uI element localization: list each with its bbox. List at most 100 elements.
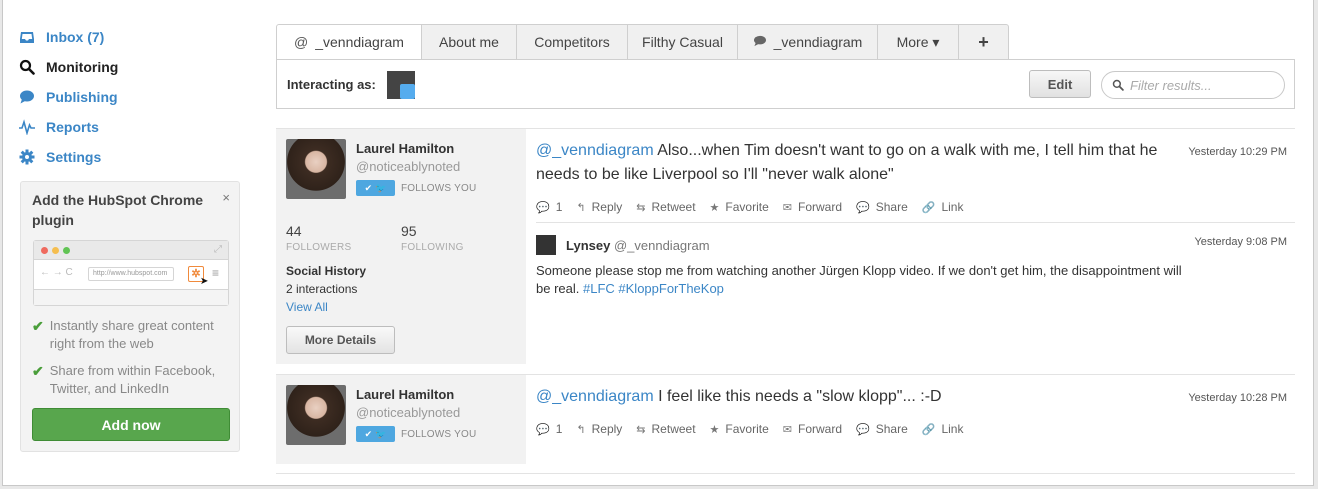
retweet-icon: ⇆ (636, 201, 646, 214)
follows-you-label: FOLLOWS YOU (401, 429, 477, 440)
star-icon: ★ (709, 423, 720, 436)
hashtag-link[interactable]: #LFC (583, 281, 615, 296)
reply-button[interactable]: ↰ Reply (576, 200, 622, 214)
checkmark-icon: ✔ (32, 318, 44, 334)
followers-label: FOLLOWERS (286, 242, 352, 253)
share-button[interactable]: 💬 Share (856, 200, 908, 214)
divider (536, 222, 1295, 223)
reply-text: Someone please stop me from watching ano… (536, 263, 1182, 296)
promo-feature: ✔ Share from within Facebook, Twitter, a… (32, 363, 216, 396)
tab-more[interactable]: More ▾ (878, 24, 959, 60)
comments-count[interactable]: 💬 1 (536, 422, 562, 436)
edit-button[interactable]: Edit (1029, 70, 1091, 98)
profile-handle[interactable]: @noticeablynoted (356, 159, 460, 174)
social-history-title: Social History (286, 264, 367, 278)
interaction-count: 2 interactions (286, 282, 358, 296)
comment-icon: 💬 (536, 423, 550, 436)
tab-venndiagram-messages[interactable]: _venndiagram (738, 24, 878, 60)
stream-toolbar: Interacting as: Edit (276, 59, 1295, 109)
sidebar-item-publishing[interactable]: Publishing (19, 82, 118, 112)
mention-link[interactable]: @_venndiagram (536, 142, 654, 159)
sidebar-item-reports[interactable]: Reports (19, 112, 118, 142)
link-icon: 🔗 (921, 201, 936, 214)
forward-button[interactable]: ✉ Forward (783, 200, 842, 214)
sidebar-item-settings[interactable]: Settings (19, 142, 118, 172)
profile-card: Laurel Hamilton @noticeablynoted ✔ 🐦 FOL… (276, 375, 526, 464)
profile-name[interactable]: Laurel Hamilton (356, 387, 454, 402)
tweet-actions: 💬 1 ↰ Reply ⇆ Retweet ★ Favorite ✉ Forward 💬 S… (536, 200, 977, 214)
reply-icon: ↰ (576, 201, 586, 214)
promo-title: Add the HubSpot Chrome plugin (32, 192, 204, 228)
reply-author: Lynsey @_venndiagram (566, 238, 710, 253)
retweet-button[interactable]: ⇆ Retweet (636, 422, 695, 436)
checkmark-icon: ✔ (364, 428, 373, 439)
sidebar-item-monitoring[interactable]: Monitoring (19, 52, 118, 82)
tab-filthy-casual[interactable]: Filthy Casual (628, 24, 738, 60)
at-icon: @ (294, 34, 309, 50)
follows-you-badge: ✔ 🐦 (356, 180, 395, 196)
divider (276, 473, 1295, 474)
follows-you-label: FOLLOWS YOU (401, 183, 477, 194)
gear-icon (19, 149, 35, 165)
link-button[interactable]: 🔗 Link (922, 200, 964, 214)
tweet-actions: 💬 1 ↰ Reply ⇆ Retweet ★ Favorite ✉ Forward 💬 S… (536, 422, 977, 436)
tab-venndiagram-mentions[interactable]: @ _venndiagram (276, 24, 422, 60)
browser-url: http://www.hubspot.com (88, 267, 174, 281)
nav-arrows-icon: ← → C (40, 267, 73, 278)
tweet-text: @_venndiagram Also...when Tim doesn't wa… (536, 142, 1158, 183)
promo-feature: ✔ Instantly share great content right fr… (32, 318, 214, 351)
link-icon: 🔗 (921, 423, 936, 436)
follows-you-badge: ✔ 🐦 (356, 426, 395, 442)
retweet-button[interactable]: ⇆ Retweet (636, 200, 695, 214)
account-avatar[interactable] (387, 71, 415, 99)
sidebar-item-inbox[interactable]: Inbox (7) (19, 22, 118, 52)
filter-field[interactable] (1101, 71, 1285, 99)
tab-about-me[interactable]: About me (422, 24, 517, 60)
comment-icon: 💬 (536, 201, 550, 214)
forward-button[interactable]: ✉ Forward (783, 422, 842, 436)
view-all-link[interactable]: View All (286, 300, 328, 314)
search-icon (19, 59, 35, 75)
profile-card: Laurel Hamilton @noticeablynoted ✔ 🐦 FOL… (276, 129, 526, 364)
add-tab-button[interactable]: + (959, 24, 1009, 60)
mention-link[interactable]: @_venndiagram (536, 388, 654, 405)
timestamp: Yesterday 10:29 PM (1188, 146, 1287, 158)
reply-button[interactable]: ↰ Reply (576, 422, 622, 436)
hashtag-link[interactable]: #KloppForTheKop (618, 281, 724, 296)
share-button[interactable]: 💬 Share (856, 422, 908, 436)
followers-count: 44 (286, 223, 302, 239)
following-label: FOLLOWING (401, 242, 464, 253)
checkmark-icon: ✔ (32, 363, 44, 379)
profile-handle[interactable]: @noticeablynoted (356, 405, 460, 420)
plus-icon: + (978, 31, 989, 52)
avatar[interactable] (286, 385, 346, 445)
close-icon[interactable]: × (222, 190, 230, 205)
envelope-icon: ✉ (782, 423, 792, 436)
link-button[interactable]: 🔗 Link (922, 422, 964, 436)
twitter-bird-icon: 🐦 (375, 182, 387, 193)
resize-icon: ⤢ (214, 244, 222, 255)
profile-name[interactable]: Laurel Hamilton (356, 141, 454, 156)
stream-tabs: @ _venndiagram About me Competitors Filt… (276, 24, 1009, 60)
twitter-icon (400, 84, 415, 99)
filter-input[interactable] (1130, 77, 1280, 93)
sidebar-item-label: Monitoring (46, 59, 119, 75)
retweet-icon: ⇆ (636, 423, 646, 436)
app-window: Inbox (7) Monitoring Publishing Reports … (2, 0, 1314, 486)
sidebar-item-label: Inbox (7) (46, 29, 105, 45)
comments-count[interactable]: 💬 1 (536, 200, 562, 214)
share-icon: 💬 (856, 423, 870, 436)
speech-bubble-icon (19, 89, 35, 105)
favorite-button[interactable]: ★ Favorite (710, 422, 769, 436)
add-now-button[interactable]: Add now (32, 408, 230, 441)
interacting-as-label: Interacting as: (287, 77, 376, 92)
browser-illustration: ⤢ ← → C http://www.hubspot.com ✲ ➤ ≡ (33, 240, 229, 306)
avatar[interactable] (286, 139, 346, 199)
search-icon (1112, 79, 1124, 91)
tab-competitors[interactable]: Competitors (517, 24, 628, 60)
more-details-button[interactable]: More Details (286, 326, 395, 354)
chrome-plugin-promo: Add the HubSpot Chrome plugin × ⤢ ← → C … (20, 181, 240, 452)
sidebar-item-label: Settings (46, 149, 102, 165)
avatar[interactable] (536, 235, 556, 255)
favorite-button[interactable]: ★ Favorite (710, 200, 769, 214)
